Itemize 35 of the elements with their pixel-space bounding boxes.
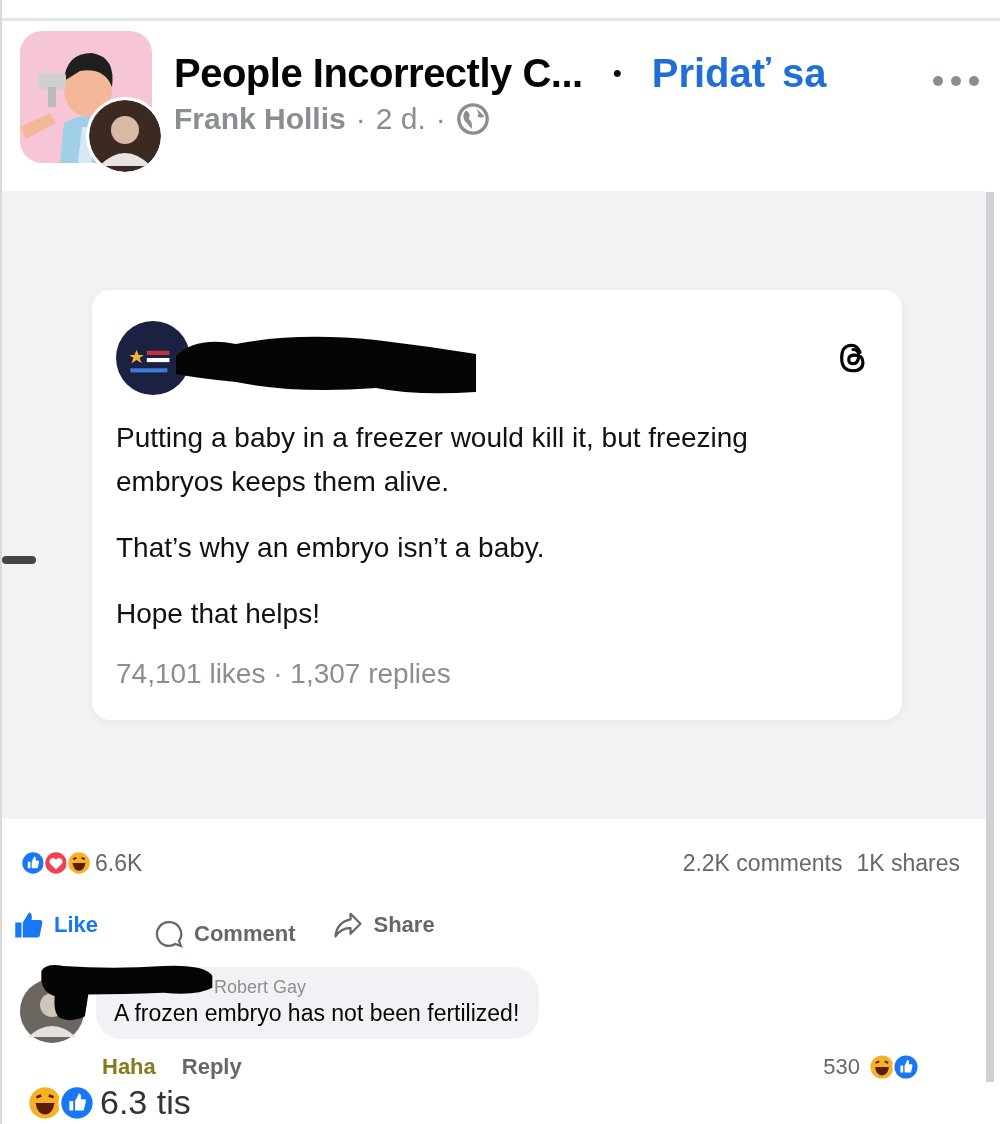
reaction-count[interactable]: 6.6K (95, 849, 143, 877)
commenter-name[interactable]: Robert Gay (214, 977, 307, 998)
globe-icon (455, 102, 490, 136)
join-link[interactable]: Pridať sa (651, 51, 827, 96)
post-time[interactable]: 2 d. (375, 102, 426, 136)
share-button[interactable]: Share (333, 901, 435, 949)
reaction-count[interactable]: 6.3 tis (100, 1083, 191, 1122)
comment-count[interactable]: 2.2K comments (682, 849, 843, 877)
scrollbar[interactable] (986, 192, 994, 1082)
post-text: Putting a baby in a freezer would kill it, but freezing embryos keeps them alive. (116, 421, 749, 499)
separator-dot: • (612, 58, 622, 89)
like-reaction-icon (20, 850, 46, 876)
comment-button[interactable]: Comment (136, 901, 296, 949)
comment-reaction-count[interactable]: 530 (823, 1054, 860, 1080)
more-icon[interactable] (932, 75, 980, 87)
post-stats: 74,101 likes · 1,307 replies (116, 658, 452, 690)
share-count[interactable]: 1K shares (856, 849, 960, 877)
share-arrow-icon (333, 910, 364, 940)
like-button[interactable]: Like (14, 901, 99, 949)
comment-text: A frozen embryo has not been fertilized! (114, 1000, 520, 1027)
author-name[interactable]: Frank Hollis (174, 102, 346, 136)
group-name[interactable]: People Incorrectly C... (174, 51, 583, 96)
dash-mark (2, 556, 36, 564)
haha-reaction-icon (66, 850, 92, 876)
separator: · (435, 102, 446, 136)
thumbs-up-icon (14, 910, 44, 940)
speech-bubble-icon (154, 919, 185, 949)
post-text: Hope that helps! (116, 597, 321, 631)
reaction-link[interactable]: Haha (102, 1054, 156, 1080)
post-text: That’s why an embryo isn’t a baby. (116, 531, 546, 565)
love-reaction-icon (43, 850, 69, 876)
reply-link[interactable]: Reply (181, 1054, 242, 1080)
separator: · (355, 102, 366, 136)
like-reaction-icon (892, 1053, 920, 1081)
haha-reaction-icon (868, 1053, 896, 1081)
